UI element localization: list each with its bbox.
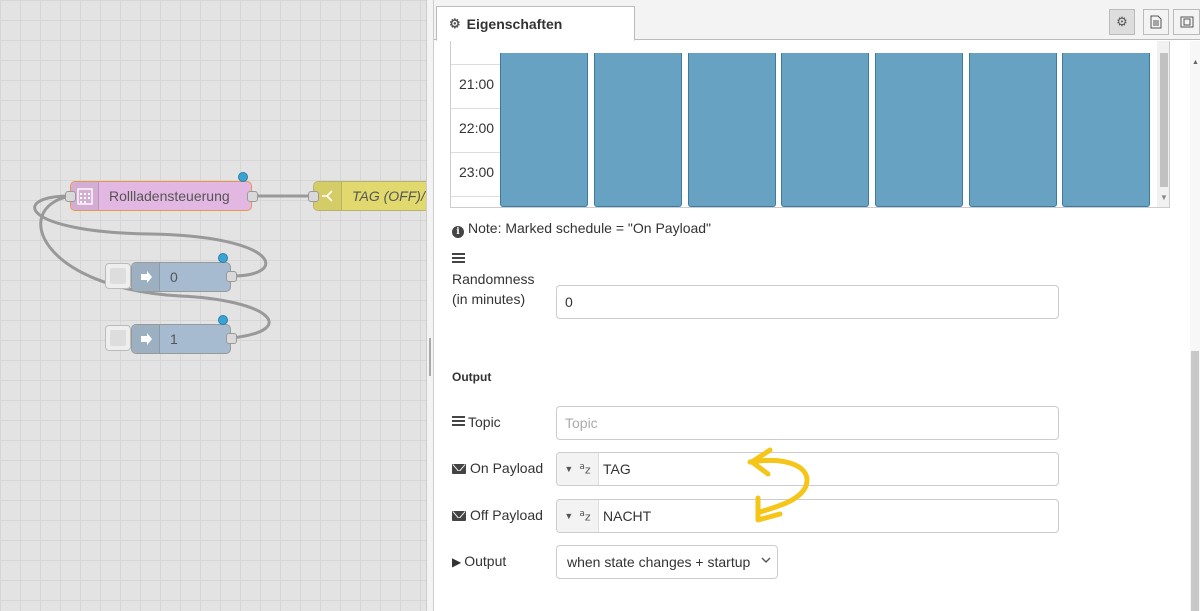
schedule-block-tue[interactable] [594,53,682,207]
inject-arrow-icon [132,263,160,291]
time-label: 23:00 [459,164,495,180]
off-payload-label-text: Off Payload [470,507,543,523]
note-text: Note: Marked schedule = "On Payload" [468,220,712,236]
output-section-title: Output [452,370,492,384]
sidebar-panel: ⚙ Eigenschaften ⚙ 21:00 22:00 23:00 ▼ i … [434,0,1200,611]
chevron-down-icon [761,555,771,568]
list-icon [452,414,465,428]
inject-button[interactable] [105,325,131,351]
changed-indicator [218,315,228,325]
output-port[interactable] [226,333,237,344]
schedule-scrollbar[interactable]: ▼ [1157,41,1169,207]
input-port[interactable] [65,191,76,202]
schedule-note: i Note: Marked schedule = "On Payload" [452,220,711,238]
time-label: 21:00 [459,76,495,92]
output-label-text: Output [464,553,507,569]
hour-line [451,196,501,197]
sidebar-tabbar: ⚙ Eigenschaften ⚙ [434,0,1200,41]
node-rollladensteuerung[interactable]: Rollladensteuerung [70,181,252,211]
string-type-icon: az [579,509,591,524]
on-payload-value: TAG [603,461,631,477]
time-label: 22:00 [459,120,495,136]
flow-canvas[interactable]: Rollladensteuerung TAG (OFF)/ 0 1 [0,0,426,611]
hour-line [451,108,501,109]
panel-splitter[interactable] [426,0,434,611]
scroll-down-icon[interactable]: ▼ [1160,193,1168,202]
on-payload-input[interactable]: ▼ az TAG [556,452,1059,486]
changed-indicator [218,253,228,263]
info-icon: i [452,226,464,238]
caret-down-icon: ▼ [564,511,574,521]
string-type-icon: az [579,462,591,477]
node-inject-0[interactable]: 0 [131,262,231,292]
node-switch[interactable]: TAG (OFF)/ [313,181,426,211]
on-payload-label: On Payload [452,458,543,478]
wires [33,194,313,340]
scroll-up-icon[interactable]: ▲ [1192,59,1199,66]
node-inject-1[interactable]: 1 [131,324,231,354]
play-icon: ▶ [452,555,462,569]
schedule-block-wed[interactable] [688,53,776,207]
randomness-input[interactable]: 0 [556,285,1059,319]
caret-down-icon: ▼ [564,464,574,474]
topic-placeholder: Topic [565,415,598,431]
schedule-block-fri[interactable] [875,53,963,207]
document-icon[interactable] [1143,9,1169,35]
topic-label-text: Topic [468,414,501,430]
output-selected: when state changes + startup [567,554,751,570]
schedule-block-sun[interactable] [1062,53,1150,207]
type-selector-button[interactable]: ▼ az [557,453,599,485]
schedule-block-mon[interactable] [500,53,588,207]
list-icon [452,253,465,263]
splitter-grip[interactable] [429,338,431,376]
gear-icon: ⚙ [449,15,461,31]
scrollbar-thumb[interactable] [1160,53,1168,187]
node-label: 1 [170,331,178,347]
output-select[interactable]: when state changes + startup [556,545,778,579]
hour-line [451,152,501,153]
type-selector-button[interactable]: ▼ az [557,500,599,532]
topic-input[interactable]: Topic [556,406,1059,440]
randomness-label-line1: Randomness [452,271,535,287]
panel-scrollbar[interactable]: ▲ [1190,41,1200,611]
output-port[interactable] [226,271,237,282]
tab-eigenschaften[interactable]: ⚙ Eigenschaften [436,6,635,41]
inject-button[interactable] [105,263,131,289]
off-payload-input[interactable]: ▼ az NACHT [556,499,1059,533]
properties-content: 21:00 22:00 23:00 ▼ i Note: Marked schedu… [434,41,1200,611]
envelope-icon [452,511,466,521]
randomness-label-line2: (in minutes) [452,291,526,307]
output-port[interactable] [247,191,258,202]
output-label: ▶ Output [452,551,506,572]
scrollbar-thumb[interactable] [1191,351,1199,611]
tab-label: Eigenschaften [466,15,563,32]
off-payload-value: NACHT [603,508,652,524]
schedule-grid[interactable]: 21:00 22:00 23:00 ▼ [450,41,1170,208]
envelope-icon [452,464,466,474]
node-label: Rollladensteuerung [109,188,230,204]
randomness-value: 0 [565,294,573,310]
on-payload-label-text: On Payload [470,460,544,476]
input-port[interactable] [308,191,319,202]
gear-icon[interactable]: ⚙ [1109,9,1135,35]
randomness-label: Randomness (in minutes) [452,251,535,309]
changed-indicator [238,172,248,182]
hour-line [451,64,501,65]
topic-label: Topic [452,412,501,432]
off-payload-label: Off Payload [452,505,543,525]
schedule-block-thu[interactable] [781,53,869,207]
node-label: 0 [170,269,178,285]
schedule-block-sat[interactable] [969,53,1057,207]
node-label: TAG (OFF)/ [352,188,425,204]
inject-arrow-icon [132,325,160,353]
frame-icon[interactable] [1173,9,1200,35]
